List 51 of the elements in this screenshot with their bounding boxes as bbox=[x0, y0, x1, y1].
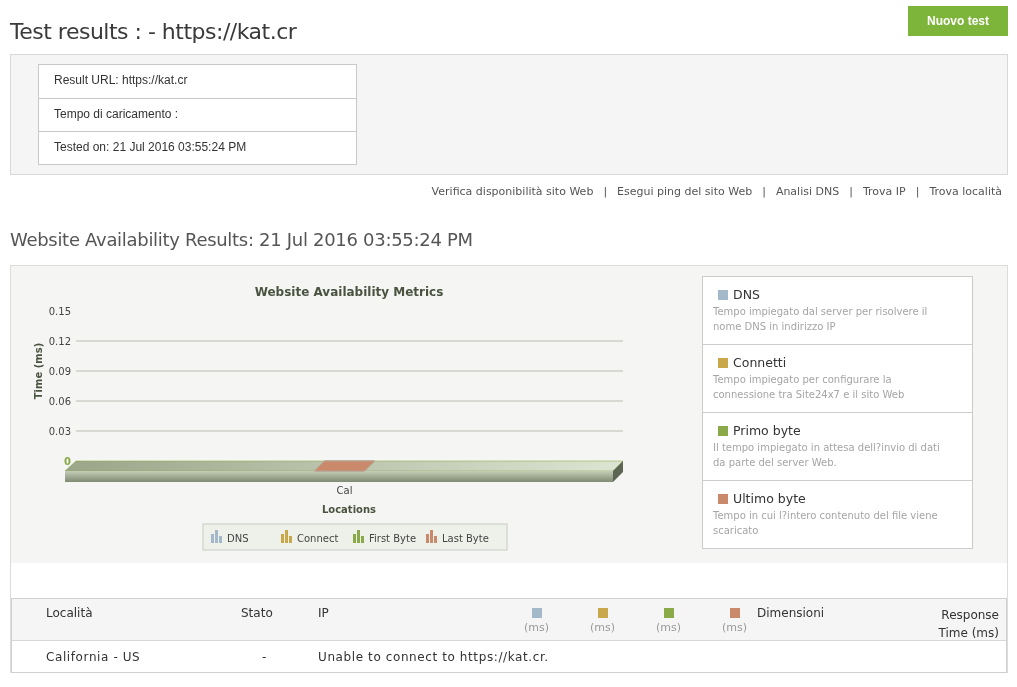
column-header: Località bbox=[46, 606, 94, 622]
axis-tick-label: 0.15 bbox=[48, 306, 71, 317]
table-cell-text: Unable to connect to https://kat.cr. bbox=[318, 649, 550, 664]
axis-category-label: Cal bbox=[336, 485, 353, 496]
column-header: (ms) bbox=[656, 621, 682, 634]
legend-label: First Byte bbox=[369, 533, 417, 544]
metric-description: Il tempo impiegato in attesa dell?invio di dati da parte del server Web. bbox=[713, 441, 941, 470]
legend-label: Last Byte bbox=[442, 533, 489, 544]
summary-row: Tempo di caricamento : bbox=[39, 98, 356, 131]
tool-link[interactable]: Trova IP bbox=[862, 185, 906, 198]
tool-link[interactable]: Esegui ping del sito Web bbox=[617, 185, 753, 198]
link-separator: | bbox=[915, 185, 920, 198]
link-separator: | bbox=[849, 185, 853, 198]
link-separator: | bbox=[762, 185, 766, 198]
metric-description: Tempo impiegato dal server per risolvere il nome DNS in indirizzo IP bbox=[713, 305, 929, 334]
column-header: IP bbox=[318, 606, 330, 622]
legend-label: DNS bbox=[227, 533, 249, 544]
page-title: Test results : - https://kat.cr bbox=[10, 19, 297, 44]
tool-link[interactable]: Verifica disponibilità sito Web bbox=[431, 185, 594, 198]
summary-row: Tested on: 21 Jul 2016 03:55:24 PM bbox=[39, 131, 356, 164]
axis-tick-label: 0.09 bbox=[48, 366, 71, 377]
legend-bar-chart-icon bbox=[281, 530, 292, 543]
summary-row-text: Result URL: https://kat.cr bbox=[53, 72, 189, 89]
legend-label: Connect bbox=[297, 533, 339, 544]
metric-description: Tempo in cui l?intero contenuto del file viene scaricato bbox=[713, 509, 939, 538]
column-header: Stato bbox=[241, 606, 274, 622]
legend-bar-chart-icon bbox=[211, 530, 222, 543]
legend-bar-chart-icon bbox=[426, 530, 437, 543]
axis-tick-label: 0.12 bbox=[48, 336, 71, 347]
column-header: (ms) bbox=[722, 621, 748, 634]
metric-title: Primo byte bbox=[733, 423, 801, 438]
axis-title: Locations bbox=[321, 504, 377, 515]
metric-title: Ultimo byte bbox=[733, 491, 806, 506]
link-separator: | bbox=[603, 185, 608, 198]
metric-description: Tempo impiegato per configurare la connessione tra Site24x7 e il sito Web bbox=[713, 373, 906, 402]
table-cell-text: - bbox=[261, 649, 268, 664]
column-header: (ms) bbox=[524, 621, 550, 634]
axis-tick-label: 0.03 bbox=[48, 426, 71, 437]
chart-title: Website Availability Metrics bbox=[254, 285, 444, 299]
tool-link[interactable]: Analisi DNS bbox=[775, 185, 840, 198]
legend-bar-chart-icon bbox=[353, 530, 364, 543]
axis-tick-label: 0.06 bbox=[48, 396, 71, 407]
metric-title: Connetti bbox=[733, 355, 787, 370]
tool-link[interactable]: Trova località bbox=[929, 185, 1002, 198]
metric-title: DNS bbox=[733, 287, 760, 302]
section-heading: Website Availability Results: 21 Jul 2016 03:55:24 PM bbox=[10, 229, 474, 250]
column-header: (ms) bbox=[590, 621, 616, 634]
column-header: Dimensioni bbox=[757, 606, 826, 622]
table-cell-text: California - US bbox=[46, 649, 142, 664]
axis-title: Time (ms) bbox=[33, 342, 44, 400]
column-header: Response Time (ms) bbox=[937, 607, 999, 642]
